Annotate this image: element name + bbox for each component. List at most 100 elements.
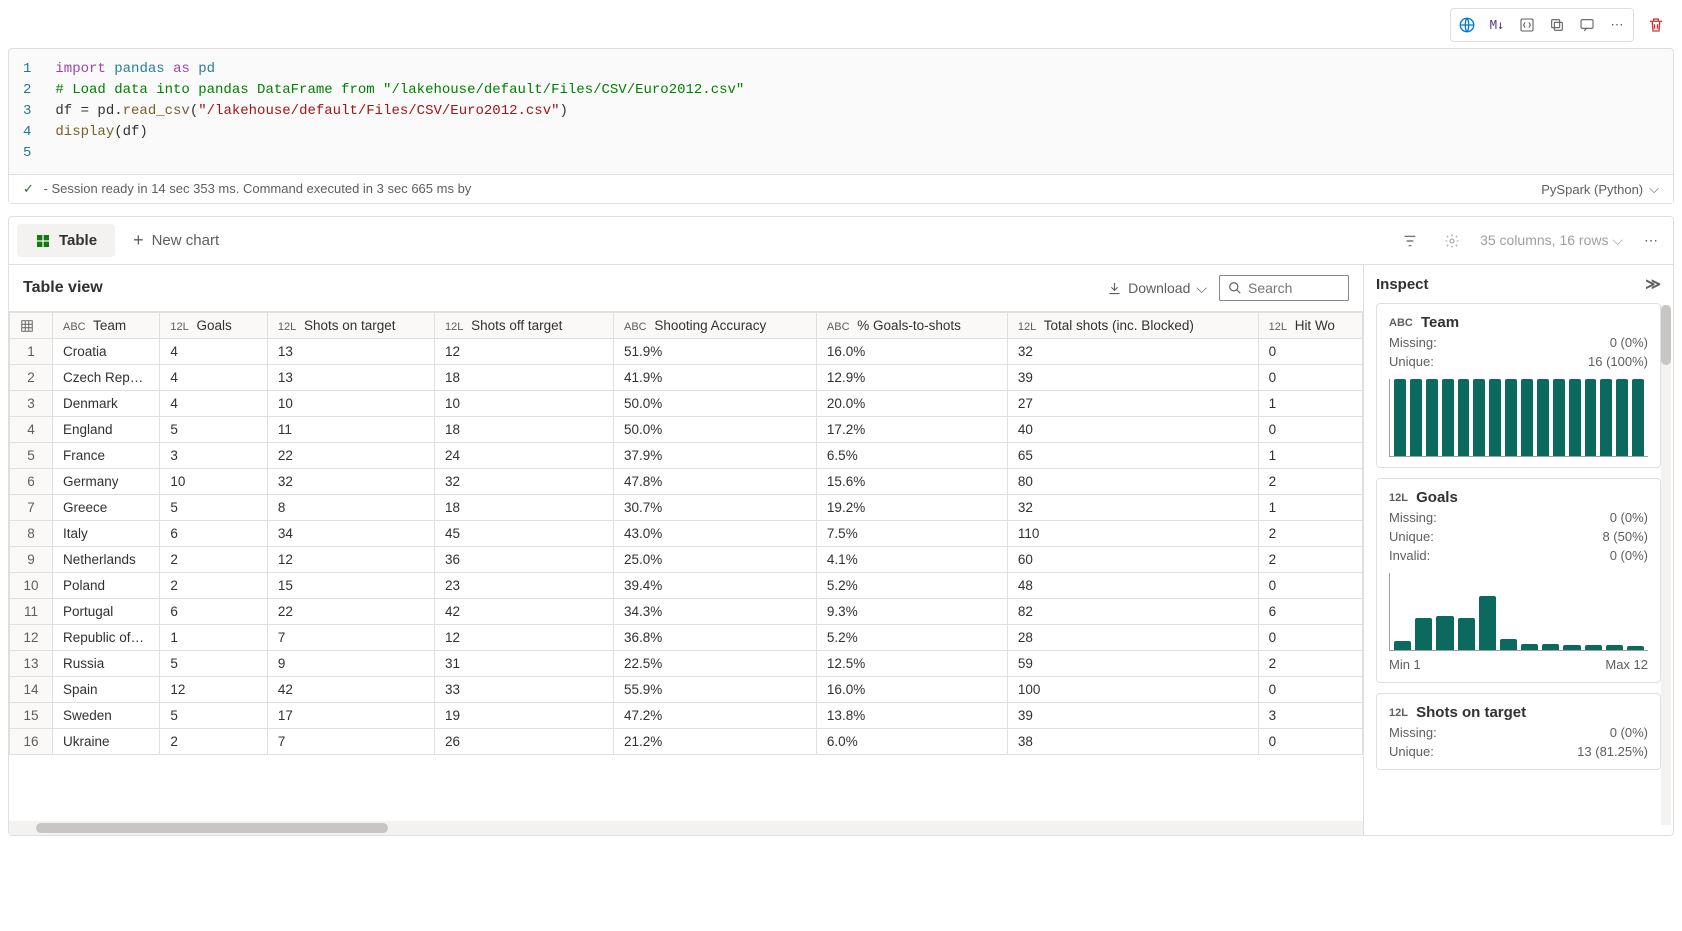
cell: 24 bbox=[434, 443, 613, 469]
comment-icon[interactable] bbox=[1573, 11, 1601, 39]
language-picker[interactable]: PySpark (Python) ⌵ bbox=[1541, 181, 1659, 197]
column-header[interactable]: 12L Shots on target bbox=[267, 313, 434, 339]
cell: 4 bbox=[160, 391, 267, 417]
cell: Greece bbox=[53, 495, 160, 521]
cell: 65 bbox=[1007, 443, 1258, 469]
inspect-card[interactable]: ABC TeamMissing:0 (0%)Unique:16 (100%) bbox=[1376, 303, 1661, 468]
cell: Czech Rep… bbox=[53, 365, 160, 391]
cell: 15.6% bbox=[816, 469, 1007, 495]
cell: 8 bbox=[267, 495, 434, 521]
cell: 42 bbox=[267, 677, 434, 703]
cell: 17.2% bbox=[816, 417, 1007, 443]
settings-icon[interactable] bbox=[1438, 227, 1466, 255]
cell: 12.5% bbox=[816, 651, 1007, 677]
cell: 19 bbox=[434, 703, 613, 729]
more-cell-actions-icon[interactable]: ⋯ bbox=[1603, 11, 1631, 39]
copy-cell-icon[interactable] bbox=[1543, 11, 1571, 39]
tab-table[interactable]: Table bbox=[17, 224, 115, 257]
cell: 32 bbox=[1007, 495, 1258, 521]
table-row[interactable]: 9Netherlands2123625.0%4.1%602 bbox=[10, 547, 1363, 573]
cell: 22 bbox=[267, 599, 434, 625]
histogram bbox=[1389, 573, 1648, 651]
cell: 40 bbox=[1007, 417, 1258, 443]
horizontal-scrollbar[interactable] bbox=[9, 821, 1363, 835]
table-row[interactable]: 5France3222437.9%6.5%651 bbox=[10, 443, 1363, 469]
cell: 16.0% bbox=[816, 677, 1007, 703]
table-row[interactable]: 15Sweden5171947.2%13.8%393 bbox=[10, 703, 1363, 729]
cell: Netherlands bbox=[53, 547, 160, 573]
table-row[interactable]: 2Czech Rep…4131841.9%12.9%390 bbox=[10, 365, 1363, 391]
cell: 32 bbox=[434, 469, 613, 495]
table-row[interactable]: 3Denmark4101050.0%20.0%271 bbox=[10, 391, 1363, 417]
cell: 30.7% bbox=[614, 495, 817, 521]
cell: 31 bbox=[434, 651, 613, 677]
table-row[interactable]: 4England5111850.0%17.2%400 bbox=[10, 417, 1363, 443]
cell: 7 bbox=[267, 625, 434, 651]
table-row[interactable]: 13Russia593122.5%12.5%592 bbox=[10, 651, 1363, 677]
table-row[interactable]: 10Poland2152339.4%5.2%480 bbox=[10, 573, 1363, 599]
cell: England bbox=[53, 417, 160, 443]
search-input-wrapper[interactable] bbox=[1219, 275, 1349, 301]
cell: 80 bbox=[1007, 469, 1258, 495]
column-header[interactable]: ABC % Goals-to-shots bbox=[816, 313, 1007, 339]
search-input[interactable] bbox=[1248, 280, 1340, 296]
cell: 1 bbox=[160, 625, 267, 651]
tab-new-chart[interactable]: + New chart bbox=[115, 222, 237, 259]
convert-cell-icon[interactable] bbox=[1513, 11, 1541, 39]
table-row[interactable]: 6Germany10323247.8%15.6%802 bbox=[10, 469, 1363, 495]
cell: 2 bbox=[1258, 469, 1362, 495]
cell: 0 bbox=[1258, 729, 1362, 755]
cell: Sweden bbox=[53, 703, 160, 729]
column-header[interactable]: 12L Shots off target bbox=[434, 313, 613, 339]
table-row[interactable]: 14Spain12423355.9%16.0%1000 bbox=[10, 677, 1363, 703]
table-row[interactable]: 12Republic of…171236.8%5.2%280 bbox=[10, 625, 1363, 651]
row-index-header[interactable] bbox=[10, 313, 53, 339]
column-header[interactable]: ABC Team bbox=[53, 313, 160, 339]
download-icon bbox=[1107, 281, 1122, 296]
cell: 42 bbox=[434, 599, 613, 625]
cell: 6.5% bbox=[816, 443, 1007, 469]
cell: 37.9% bbox=[614, 443, 817, 469]
column-header[interactable]: 12L Total shots (inc. Blocked) bbox=[1007, 313, 1258, 339]
column-header[interactable]: 12L Hit Wo bbox=[1258, 313, 1362, 339]
cell: 1 bbox=[1258, 495, 1362, 521]
inspect-card[interactable]: 12L Shots on targetMissing:0 (0%)Unique:… bbox=[1376, 693, 1661, 770]
collapse-inspect-icon[interactable]: ≫ bbox=[1645, 275, 1661, 293]
code-editor[interactable]: 12345 import pandas as pd# Load data int… bbox=[9, 49, 1673, 174]
cell: 12 bbox=[160, 677, 267, 703]
cell: 0 bbox=[1258, 573, 1362, 599]
cell: 10 bbox=[160, 469, 267, 495]
cell: 34 bbox=[267, 521, 434, 547]
cell: 82 bbox=[1007, 599, 1258, 625]
cell: 110 bbox=[1007, 521, 1258, 547]
inspect-card[interactable]: 12L GoalsMissing:0 (0%)Unique:8 (50%)Inv… bbox=[1376, 478, 1661, 683]
data-wrangler-icon[interactable] bbox=[1453, 11, 1481, 39]
column-header[interactable]: 12L Goals bbox=[160, 313, 267, 339]
cell: 13 bbox=[267, 365, 434, 391]
cell: 0 bbox=[1258, 625, 1362, 651]
cell: 4.1% bbox=[816, 547, 1007, 573]
column-header[interactable]: ABC Shooting Accuracy bbox=[614, 313, 817, 339]
cell: 39 bbox=[1007, 703, 1258, 729]
cell: 5 bbox=[160, 417, 267, 443]
table-row[interactable]: 16Ukraine272621.2%6.0%380 bbox=[10, 729, 1363, 755]
table-row[interactable]: 7Greece581830.7%19.2%321 bbox=[10, 495, 1363, 521]
search-icon bbox=[1228, 281, 1242, 295]
cell: Spain bbox=[53, 677, 160, 703]
filter-icon[interactable] bbox=[1396, 227, 1424, 255]
more-output-actions-icon[interactable]: ⋯ bbox=[1637, 227, 1665, 255]
markdown-toggle-icon[interactable]: M↓ bbox=[1483, 11, 1511, 39]
cell: 39.4% bbox=[614, 573, 817, 599]
table-row[interactable]: 1Croatia4131251.9%16.0%320 bbox=[10, 339, 1363, 365]
cell: 6 bbox=[160, 599, 267, 625]
vertical-scrollbar[interactable] bbox=[1661, 305, 1671, 825]
cell: 26 bbox=[434, 729, 613, 755]
download-button[interactable]: Download ⌵ bbox=[1107, 280, 1207, 297]
cell: 48 bbox=[1007, 573, 1258, 599]
columns-rows-summary[interactable]: 35 columns, 16 rows ⌵ bbox=[1480, 232, 1623, 249]
delete-cell-icon[interactable] bbox=[1642, 11, 1670, 39]
cell-toolbar: M↓ ⋯ bbox=[8, 6, 1674, 44]
cell: 1 bbox=[1258, 443, 1362, 469]
table-row[interactable]: 11Portugal6224234.3%9.3%826 bbox=[10, 599, 1363, 625]
table-row[interactable]: 8Italy6344543.0%7.5%1102 bbox=[10, 521, 1363, 547]
